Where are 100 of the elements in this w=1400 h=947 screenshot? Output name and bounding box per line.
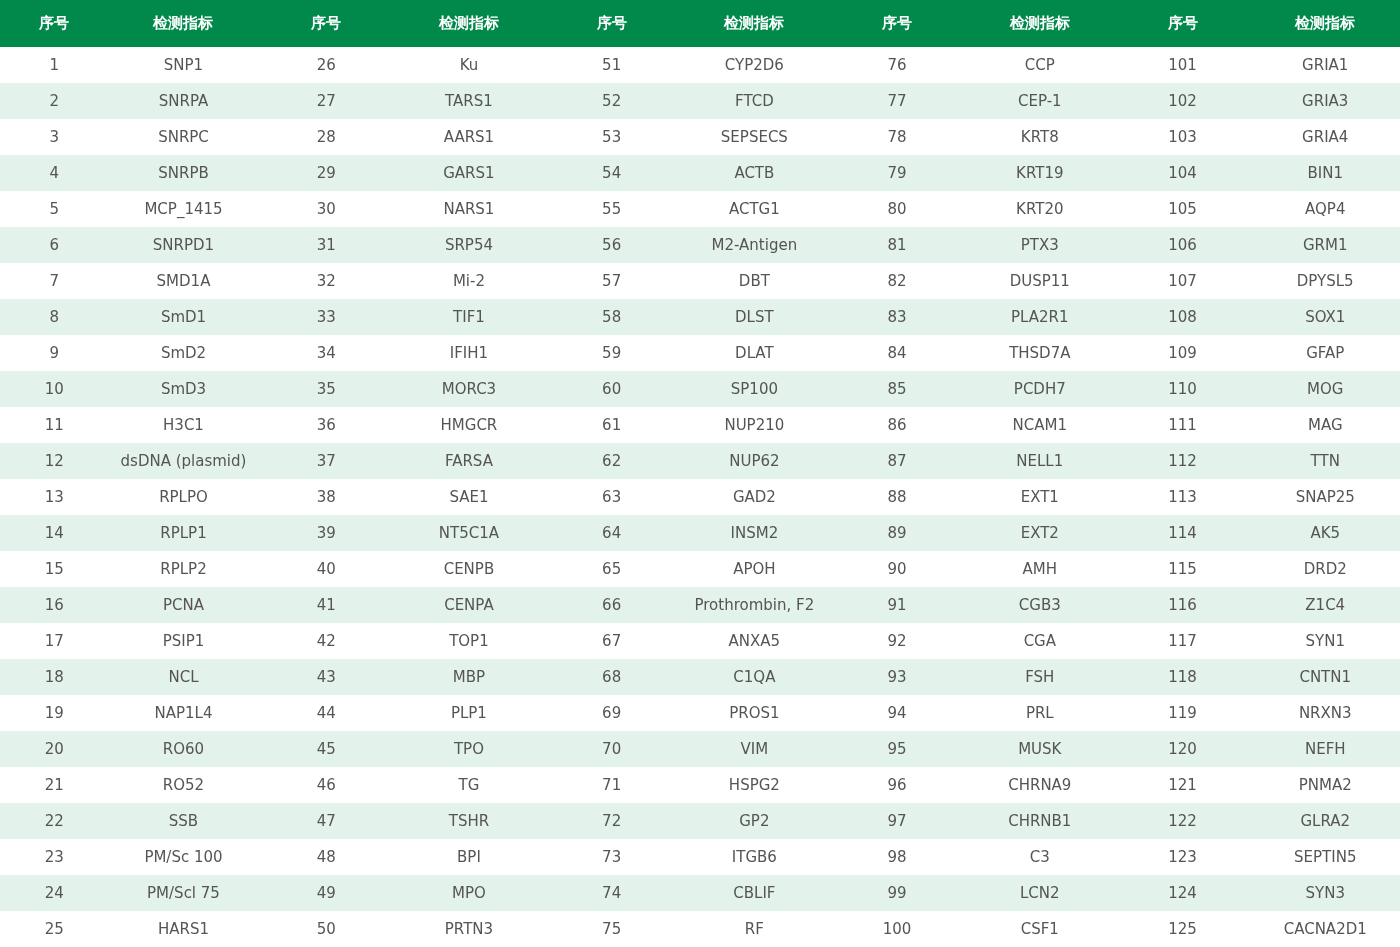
table-cell: C1QA xyxy=(679,659,830,695)
column-header: 序号 xyxy=(258,0,395,47)
table-cell: 43 xyxy=(258,659,395,695)
table-cell: 31 xyxy=(258,227,395,263)
column-header: 检测指标 xyxy=(679,0,830,47)
table-cell: 64 xyxy=(543,515,680,551)
table-cell: 24 xyxy=(0,875,109,911)
table-cell: 72 xyxy=(543,803,680,839)
table-cell: 95 xyxy=(829,731,966,767)
table-cell: NELL1 xyxy=(965,443,1115,479)
column-header: 序号 xyxy=(0,0,109,47)
table-cell: TSHR xyxy=(394,803,544,839)
table-cell: 4 xyxy=(0,155,109,191)
table-cell: EXT2 xyxy=(965,515,1115,551)
table-cell: 102 xyxy=(1114,83,1251,119)
table-cell: 60 xyxy=(543,371,680,407)
table-cell: 14 xyxy=(0,515,109,551)
table-cell: 37 xyxy=(258,443,395,479)
column-header: 检测指标 xyxy=(965,0,1115,47)
table-cell: 85 xyxy=(829,371,966,407)
table-cell: NCL xyxy=(108,659,259,695)
table-cell: SmD1 xyxy=(108,299,259,335)
table-cell: 62 xyxy=(543,443,680,479)
table-cell: PM/Scl 75 xyxy=(108,875,259,911)
table-cell: 112 xyxy=(1114,443,1251,479)
column-header: 序号 xyxy=(829,0,966,47)
table-cell: dsDNA (plasmid) xyxy=(108,443,259,479)
table-cell: 81 xyxy=(829,227,966,263)
table-cell: MORC3 xyxy=(394,371,544,407)
table-cell: 99 xyxy=(829,875,966,911)
table-cell: 16 xyxy=(0,587,109,623)
table-cell: 29 xyxy=(258,155,395,191)
table-cell: 93 xyxy=(829,659,966,695)
table-cell: DLST xyxy=(679,299,830,335)
table-cell: RPLP1 xyxy=(108,515,259,551)
table-cell: SP100 xyxy=(679,371,830,407)
table-cell: MPO xyxy=(394,875,544,911)
table-cell: MUSK xyxy=(965,731,1115,767)
table-cell: SOX1 xyxy=(1250,299,1400,335)
table-cell: 77 xyxy=(829,83,966,119)
table-cell: TTN xyxy=(1250,443,1400,479)
table-cell: PLA2R1 xyxy=(965,299,1115,335)
table-cell: 56 xyxy=(543,227,680,263)
table-cell: 22 xyxy=(0,803,109,839)
table-cell: PTX3 xyxy=(965,227,1115,263)
table-cell: GARS1 xyxy=(394,155,544,191)
table-cell: LCN2 xyxy=(965,875,1115,911)
table-cell: 12 xyxy=(0,443,109,479)
table-cell: 122 xyxy=(1114,803,1251,839)
table-cell: SRP54 xyxy=(394,227,544,263)
table-cell: 49 xyxy=(258,875,395,911)
table-cell: 47 xyxy=(258,803,395,839)
table-cell: CBLIF xyxy=(679,875,830,911)
table-cell: CEP-1 xyxy=(965,83,1115,119)
table-cell: 33 xyxy=(258,299,395,335)
table-cell: SYN3 xyxy=(1250,875,1400,911)
table-cell: 20 xyxy=(0,731,109,767)
table-cell: RO60 xyxy=(108,731,259,767)
table-cell: 66 xyxy=(543,587,680,623)
table-cell: TIF1 xyxy=(394,299,544,335)
table-cell: PCNA xyxy=(108,587,259,623)
table-cell: 87 xyxy=(829,443,966,479)
table-cell: 8 xyxy=(0,299,109,335)
table-cell: 106 xyxy=(1114,227,1251,263)
table-cell: 120 xyxy=(1114,731,1251,767)
table-cell: SmD3 xyxy=(108,371,259,407)
table-cell: GP2 xyxy=(679,803,830,839)
table-cell: SNRPA xyxy=(108,83,259,119)
table-cell: 41 xyxy=(258,587,395,623)
table-cell: NT5C1A xyxy=(394,515,544,551)
table-cell: 39 xyxy=(258,515,395,551)
table-cell: 18 xyxy=(0,659,109,695)
table-cell: 2 xyxy=(0,83,109,119)
column-header: 序号 xyxy=(543,0,680,47)
table-cell: 35 xyxy=(258,371,395,407)
table-cell: MBP xyxy=(394,659,544,695)
column-header: 检测指标 xyxy=(1250,0,1400,47)
table-cell: SNRPD1 xyxy=(108,227,259,263)
table-cell: 74 xyxy=(543,875,680,911)
table-cell: NEFH xyxy=(1250,731,1400,767)
table-cell: 58 xyxy=(543,299,680,335)
table-cell: MOG xyxy=(1250,371,1400,407)
table-cell: SNRPB xyxy=(108,155,259,191)
table-cell: CGB3 xyxy=(965,587,1115,623)
table-cell: NUP62 xyxy=(679,443,830,479)
table-cell: TPO xyxy=(394,731,544,767)
table-cell: PCDH7 xyxy=(965,371,1115,407)
table-cell: 89 xyxy=(829,515,966,551)
column-header: 检测指标 xyxy=(108,0,259,47)
table-cell: GLRA2 xyxy=(1250,803,1400,839)
column-header: 检测指标 xyxy=(394,0,544,47)
table-cell: SSB xyxy=(108,803,259,839)
table-cell: TARS1 xyxy=(394,83,544,119)
table-cell: CENPA xyxy=(394,587,544,623)
table-cell: 83 xyxy=(829,299,966,335)
table-cell: 110 xyxy=(1114,371,1251,407)
table-cell: VIM xyxy=(679,731,830,767)
table-cell: AK5 xyxy=(1250,515,1400,551)
table-cell: 97 xyxy=(829,803,966,839)
table-cell: 10 xyxy=(0,371,109,407)
